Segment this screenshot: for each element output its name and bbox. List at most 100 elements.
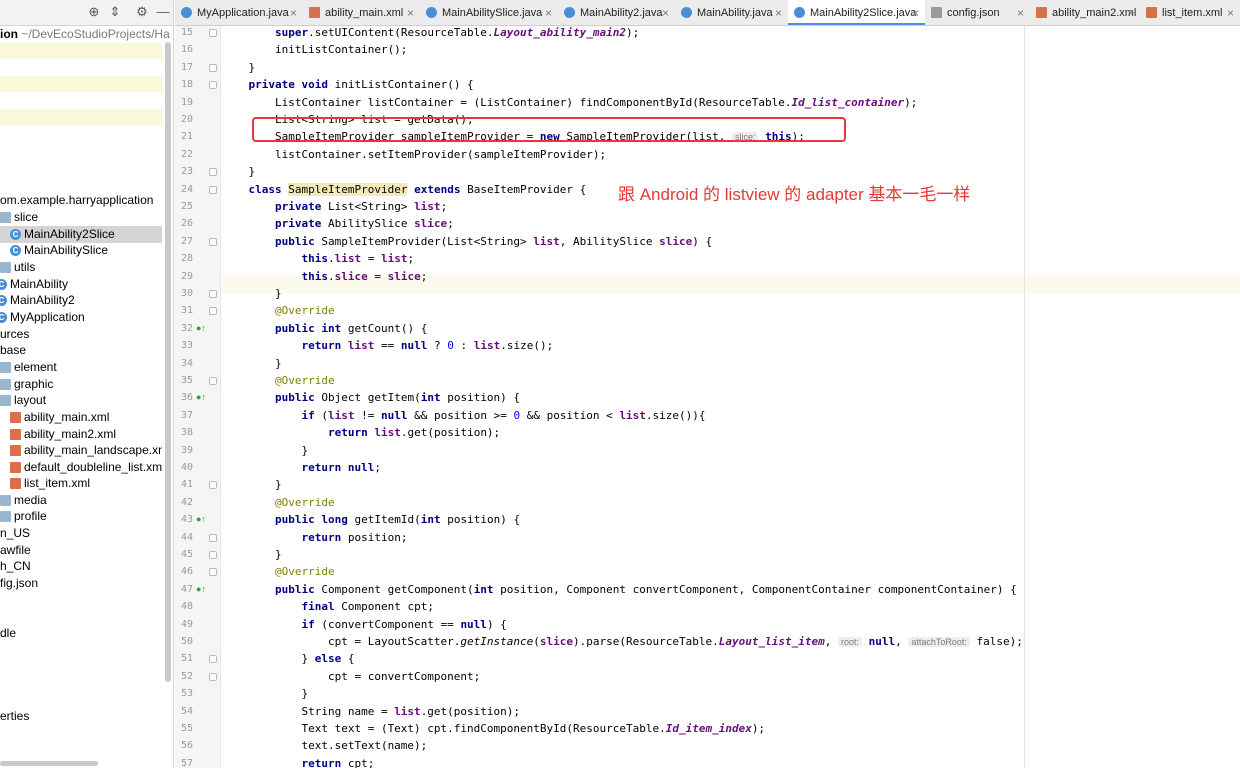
fold-icon[interactable] xyxy=(209,290,217,298)
tree-item[interactable]: fig.json xyxy=(0,575,162,592)
gear-icon[interactable]: ⚙ xyxy=(134,4,150,20)
code-line[interactable]: text.setText(name); xyxy=(222,737,427,754)
code-line[interactable]: return list == null ? 0 : list.size(); xyxy=(222,337,553,354)
close-icon[interactable]: × xyxy=(290,0,297,25)
code-line[interactable]: } xyxy=(222,355,282,372)
code-line[interactable]: initListContainer(); xyxy=(222,41,407,58)
fold-icon[interactable] xyxy=(209,81,217,90)
code-line[interactable]: private void initListContainer() { xyxy=(222,76,474,93)
editor-tab[interactable]: MainAbility2.java × xyxy=(558,0,675,25)
code-line[interactable]: return null; xyxy=(222,459,381,476)
editor-tab[interactable]: ability_main.xml × xyxy=(303,0,420,25)
tree-item[interactable]: h_CN xyxy=(0,558,162,575)
code-line[interactable]: } xyxy=(222,442,308,459)
fold-icon[interactable] xyxy=(209,185,217,194)
fold-icon[interactable] xyxy=(209,551,217,559)
code-line[interactable]: return list.get(position); xyxy=(222,424,500,441)
code-line[interactable]: public SampleItemProvider(List<String> l… xyxy=(222,233,712,250)
tree-item[interactable]: awfile xyxy=(0,542,162,559)
project-panel-hscrollbar[interactable] xyxy=(0,761,98,766)
code-line[interactable]: } xyxy=(222,285,282,302)
code-line[interactable]: String name = list.get(position); xyxy=(222,703,520,720)
code-line[interactable]: class SampleItemProvider extends BaseIte… xyxy=(222,181,586,198)
tree-item[interactable]: ability_main.xml xyxy=(0,409,162,426)
tree-item[interactable]: utils xyxy=(0,259,162,276)
code-line[interactable]: @Override xyxy=(222,372,335,389)
code-line[interactable]: this.list = list; xyxy=(222,250,414,267)
close-icon[interactable]: × xyxy=(912,0,919,23)
fold-icon[interactable] xyxy=(209,307,217,316)
code-line[interactable]: public Component getComponent(int positi… xyxy=(222,581,1017,598)
code-line[interactable]: } xyxy=(222,476,282,493)
fold-icon[interactable] xyxy=(209,655,217,664)
editor-tab[interactable]: MainAbility2Slice.java × xyxy=(788,0,925,25)
close-icon[interactable]: × xyxy=(1127,0,1134,25)
override-marker-icon[interactable]: ●↑ xyxy=(196,511,206,528)
tree-item[interactable]: n_US xyxy=(0,525,162,542)
fold-icon[interactable] xyxy=(209,481,217,490)
code-line[interactable]: this.slice = slice; xyxy=(222,268,427,285)
tree-item[interactable]: layout xyxy=(0,392,162,409)
code-line[interactable]: super.setUIContent(ResourceTable.Layout_… xyxy=(222,26,639,41)
override-marker-icon[interactable]: ●↑ xyxy=(196,581,206,598)
close-icon[interactable]: × xyxy=(662,0,669,25)
minimize-icon[interactable]: — xyxy=(155,4,171,20)
code-line[interactable]: } xyxy=(222,59,255,76)
tree-item[interactable]: list_item.xml xyxy=(0,475,162,492)
code-line[interactable]: @Override xyxy=(222,302,335,319)
fold-icon[interactable] xyxy=(209,168,217,177)
tree-item[interactable]: ability_main2.xml xyxy=(0,426,162,443)
tree-item[interactable]: C MainAbilitySlice xyxy=(0,242,162,259)
editor-tab[interactable]: MyApplication.java × xyxy=(175,0,303,25)
close-icon[interactable]: × xyxy=(1227,0,1234,25)
override-marker-icon[interactable]: ●↑ xyxy=(196,320,206,337)
fold-icon[interactable] xyxy=(209,568,217,577)
tree-item[interactable]: CMainAbility2 xyxy=(0,292,162,309)
code-editor[interactable]: super.setUIContent(ResourceTable.Layout_… xyxy=(222,26,1240,768)
close-icon[interactable]: × xyxy=(775,0,782,25)
close-icon[interactable]: × xyxy=(1017,0,1024,25)
tree-item[interactable]: om.example.harryapplication xyxy=(0,192,162,209)
code-line[interactable]: } else { xyxy=(222,650,354,667)
fold-icon[interactable] xyxy=(209,29,217,37)
tree-item[interactable]: ability_main_landscape.xm xyxy=(0,442,162,459)
code-line[interactable]: public long getItemId(int position) { xyxy=(222,511,520,528)
fold-icon[interactable] xyxy=(209,672,217,681)
tree-item[interactable]: media xyxy=(0,492,162,509)
code-line[interactable]: cpt = LayoutScatter.getInstance(slice).p… xyxy=(222,633,1023,650)
editor-tab[interactable]: MainAbility.java × xyxy=(675,0,788,25)
target-icon[interactable]: ⊕ xyxy=(86,4,102,20)
code-line[interactable]: cpt = convertComponent; xyxy=(222,668,480,685)
code-line[interactable]: @Override xyxy=(222,563,335,580)
editor-tab[interactable]: config.json × xyxy=(925,0,1030,25)
close-icon[interactable]: × xyxy=(407,0,414,25)
fold-icon[interactable] xyxy=(209,377,217,385)
code-line[interactable]: return position; xyxy=(222,529,407,546)
tree-item[interactable]: slice xyxy=(0,209,162,226)
code-line[interactable]: private List<String> list; xyxy=(222,198,447,215)
editor-tab[interactable]: list_item.xml × xyxy=(1140,0,1240,25)
code-line[interactable]: ListContainer listContainer = (ListConta… xyxy=(222,94,917,111)
code-line[interactable]: if (list != null && position >= 0 && pos… xyxy=(222,407,705,424)
tree-item[interactable]: profile xyxy=(0,508,162,525)
code-line[interactable]: } xyxy=(222,163,255,180)
tree-item[interactable]: graphic xyxy=(0,376,162,393)
fold-icon[interactable] xyxy=(209,63,217,72)
code-line[interactable]: Text text = (Text) cpt.findComponentById… xyxy=(222,720,765,737)
tree-item[interactable]: urces xyxy=(0,326,162,343)
code-line[interactable]: @Override xyxy=(222,494,335,511)
tree-item[interactable]: C MainAbility2Slice xyxy=(0,226,162,243)
tree-item[interactable]: CMyApplication xyxy=(0,309,162,326)
close-icon[interactable]: × xyxy=(545,0,552,25)
code-line[interactable]: public Object getItem(int position) { xyxy=(222,389,520,406)
tree-item[interactable]: dle xyxy=(0,625,162,642)
collapse-icon[interactable]: ⇕ xyxy=(107,4,123,20)
tree-item[interactable]: base xyxy=(0,342,162,359)
override-marker-icon[interactable]: ●↑ xyxy=(196,389,206,406)
editor-tab[interactable]: ability_main2.xml × xyxy=(1030,0,1140,25)
code-line[interactable]: return cpt; xyxy=(222,755,374,768)
tree-item[interactable]: default_doubleline_list.xml xyxy=(0,459,162,476)
code-line[interactable]: final Component cpt; xyxy=(222,598,433,615)
editor-tab[interactable]: MainAbilitySlice.java × xyxy=(420,0,558,25)
code-line[interactable]: if (convertComponent == null) { xyxy=(222,616,506,633)
